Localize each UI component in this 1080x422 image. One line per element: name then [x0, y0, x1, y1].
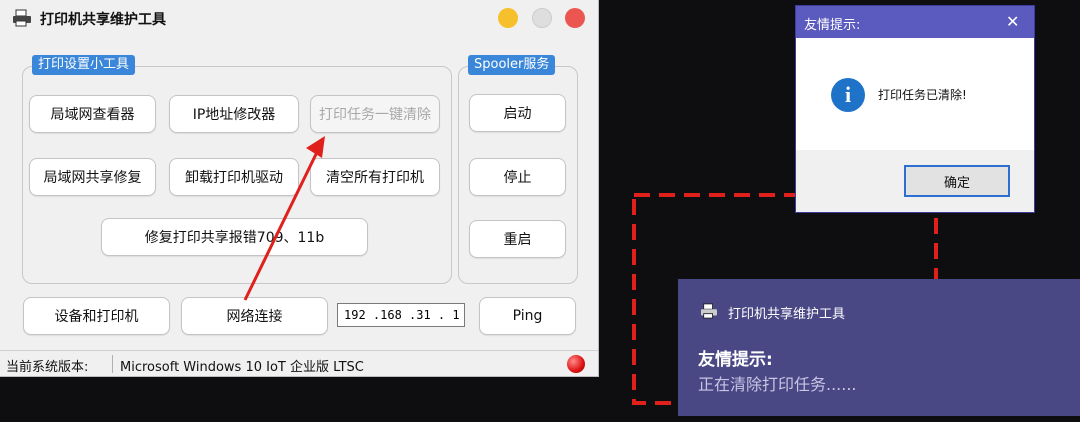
spooler-start-button[interactable]: 启动: [469, 94, 566, 132]
printer-icon: [701, 303, 717, 319]
main-window: 打印机共享维护工具 打印设置小工具 Spooler服务 局域网查看器 IP地址修…: [0, 0, 599, 377]
toast-body: 正在清除打印任务......: [698, 375, 857, 394]
status-indicator-icon: [567, 355, 585, 373]
status-divider: [112, 355, 113, 373]
group-print-tools-label: 打印设置小工具: [32, 55, 136, 75]
ip-address-input[interactable]: 192 .168 .31 . 1: [337, 303, 465, 327]
os-version-label: 当前系统版本:: [6, 360, 89, 375]
clear-print-jobs-button[interactable]: 打印任务一键清除: [310, 95, 440, 133]
toast-notification[interactable]: 打印机共享维护工具 友情提示: 正在清除打印任务......: [678, 279, 1080, 416]
dialog-message: 打印任务已清除!: [878, 88, 967, 102]
devices-printers-button[interactable]: 设备和打印机: [23, 297, 170, 335]
ok-button[interactable]: 确定: [904, 165, 1010, 197]
toast-title: 友情提示:: [698, 350, 773, 370]
spooler-restart-button[interactable]: 重启: [469, 220, 566, 258]
ip-modifier-button[interactable]: IP地址修改器: [169, 95, 299, 133]
dialog-title-bar[interactable]: 友情提示: ✕: [796, 6, 1034, 38]
network-connect-button[interactable]: 网络连接: [181, 297, 328, 335]
window-title: 打印机共享维护工具: [40, 12, 166, 28]
dialog-footer: 确定: [796, 150, 1034, 212]
close-button[interactable]: [565, 8, 585, 28]
toast-app-name: 打印机共享维护工具: [728, 307, 846, 322]
os-version-value: Microsoft Windows 10 IoT 企业版 LTSC: [120, 360, 364, 375]
maximize-button[interactable]: [532, 8, 552, 28]
title-bar[interactable]: 打印机共享维护工具: [0, 0, 598, 36]
lan-viewer-button[interactable]: 局域网查看器: [29, 95, 156, 133]
info-icon: i: [831, 78, 865, 112]
spooler-stop-button[interactable]: 停止: [469, 158, 566, 196]
repair-share-error-button[interactable]: 修复打印共享报错709、11b: [101, 218, 368, 256]
group-spooler-label: Spooler服务: [468, 55, 556, 75]
ping-button[interactable]: Ping: [479, 297, 576, 335]
dialog-title: 友情提示:: [804, 18, 861, 33]
printer-icon: [13, 9, 31, 27]
info-dialog: 友情提示: ✕ i 打印任务已清除! 确定: [795, 5, 1035, 213]
clear-all-printers-button[interactable]: 清空所有打印机: [310, 158, 440, 196]
minimize-button[interactable]: [498, 8, 518, 28]
dialog-close-icon[interactable]: ✕: [1006, 12, 1019, 31]
lan-share-repair-button[interactable]: 局域网共享修复: [29, 158, 156, 196]
uninstall-driver-button[interactable]: 卸载打印机驱动: [169, 158, 299, 196]
status-bar: 当前系统版本: Microsoft Windows 10 IoT 企业版 LTS…: [0, 350, 598, 377]
